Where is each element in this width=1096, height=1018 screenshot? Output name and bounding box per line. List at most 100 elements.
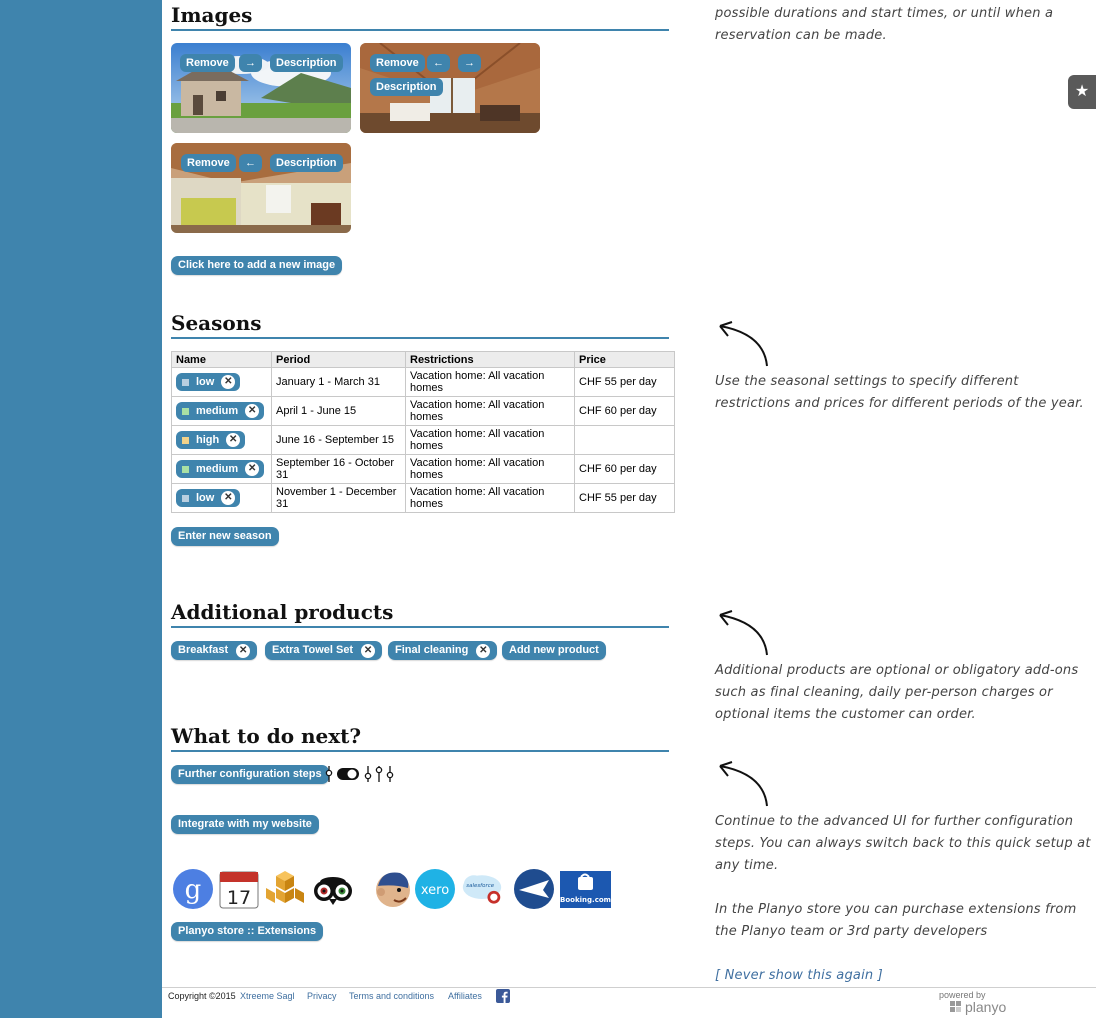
calendar-day: 17 [227, 887, 251, 909]
season-name: high [196, 434, 220, 446]
season-name: medium [196, 463, 239, 475]
description-button[interactable]: Description [270, 154, 343, 172]
restrictions-cell: Vacation home: All vacation homes [405, 396, 575, 426]
footer-company-link[interactable]: Xtreeme Sagl [240, 990, 295, 1002]
description-button[interactable]: Description [270, 54, 343, 72]
seasons-table: Name Period Restrictions Price low ✕ Jan… [171, 351, 675, 513]
product-breakfast-button[interactable]: Breakfast ✕ [171, 641, 258, 660]
table-row: medium ✕ September 16 - October 31 Vacat… [171, 454, 675, 484]
seasons-heading: Seasons [171, 310, 669, 339]
planyo-store-button[interactable]: Planyo store :: Extensions [171, 922, 324, 941]
tripadvisor-icon[interactable] [312, 868, 354, 910]
restrictions-cell: Vacation home: All vacation homes [405, 483, 575, 513]
planyo-brand[interactable]: planyo [965, 999, 1006, 1015]
season-pill[interactable]: low ✕ [176, 489, 241, 507]
favorites-star-icon[interactable]: ★ [1068, 75, 1096, 109]
add-image-button[interactable]: Click here to add a new image [171, 256, 343, 275]
move-right-button[interactable]: → [239, 54, 262, 72]
image-tile-2: Remove ← → Description [360, 43, 540, 133]
enter-season-button[interactable]: Enter new season [171, 527, 279, 546]
delete-season-icon[interactable]: ✕ [245, 404, 260, 418]
move-left-button[interactable]: ← [239, 154, 262, 172]
period-cell: June 16 - September 15 [271, 425, 406, 455]
footer-terms-link[interactable]: Terms and conditions [349, 990, 434, 1002]
column-header: Price [574, 351, 675, 368]
column-header: Name [171, 351, 272, 368]
delete-season-icon[interactable]: ✕ [221, 491, 236, 505]
aws-icon[interactable] [264, 868, 306, 910]
product-label: Extra Towel Set [272, 644, 354, 656]
image-tile-1: Remove → Description [171, 43, 351, 133]
season-pill[interactable]: medium ✕ [176, 402, 265, 420]
product-label: Breakfast [178, 644, 229, 656]
sliders-icon[interactable] [324, 764, 396, 784]
remove-product-icon[interactable]: ✕ [361, 643, 376, 658]
table-row: low ✕ November 1 - December 31 Vacation … [171, 483, 675, 513]
remove-product-icon[interactable]: ✕ [236, 643, 251, 658]
xero-icon[interactable]: xero [414, 868, 456, 910]
move-right-button[interactable]: → [458, 54, 481, 72]
booking-label: Booking.com [560, 896, 611, 904]
price-cell: CHF 60 per day [574, 396, 675, 426]
never-show-again-link[interactable]: [ Never show this again ] [715, 965, 883, 987]
description-button[interactable]: Description [370, 78, 443, 96]
price-cell: CHF 55 per day [574, 483, 675, 513]
season-name: low [196, 376, 215, 388]
remove-image-button[interactable]: Remove [180, 54, 235, 72]
restrictions-cell: Vacation home: All vacation homes [405, 425, 575, 455]
table-row: medium ✕ April 1 - June 15 Vacation home… [171, 396, 675, 426]
booking-icon[interactable]: Booking.com [560, 868, 611, 910]
mailchimp-icon[interactable] [372, 868, 414, 910]
calendar-icon[interactable]: 17 [218, 868, 260, 910]
add-product-button[interactable]: Add new product [502, 641, 606, 660]
footer-affiliates-link[interactable]: Affiliates [448, 990, 482, 1002]
table-row: high ✕ June 16 - September 15 Vacation h… [171, 425, 675, 455]
product-final-cleaning-button[interactable]: Final cleaning ✕ [388, 641, 498, 660]
further-configuration-button[interactable]: Further configuration steps [171, 765, 329, 784]
price-cell: CHF 60 per day [574, 454, 675, 484]
table-row: low ✕ January 1 - March 31 Vacation home… [171, 367, 675, 397]
integrate-website-button[interactable]: Integrate with my website [171, 815, 319, 834]
footer-copyright: Copyright ©2015 [168, 991, 236, 1001]
restrictions-cell: Vacation home: All vacation homes [405, 367, 575, 397]
price-cell: CHF 55 per day [574, 367, 675, 397]
season-pill[interactable]: high ✕ [176, 431, 246, 449]
curved-arrow-icon [719, 321, 768, 367]
remove-image-button[interactable]: Remove [370, 54, 425, 72]
google-icon[interactable]: g [172, 868, 214, 910]
curved-arrow-icon [719, 761, 768, 807]
season-name-cell: medium ✕ [171, 454, 272, 484]
season-pill[interactable]: medium ✕ [176, 460, 265, 478]
remove-image-button[interactable]: Remove [181, 154, 236, 172]
season-name-cell: medium ✕ [171, 396, 272, 426]
delete-season-icon[interactable]: ✕ [245, 462, 260, 476]
column-header: Period [271, 351, 406, 368]
hint-next-store: In the Planyo store you can purchase ext… [715, 902, 1077, 939]
season-color-swatch [182, 494, 189, 502]
salesforce-label: salesforce [466, 883, 494, 889]
season-pill[interactable]: low ✕ [176, 373, 241, 391]
season-name-cell: high ✕ [171, 425, 272, 455]
move-left-button[interactable]: ← [427, 54, 450, 72]
product-towel-set-button[interactable]: Extra Towel Set ✕ [265, 641, 383, 660]
left-sidebar [0, 0, 162, 1018]
restrictions-cell: Vacation home: All vacation homes [405, 454, 575, 484]
expedia-icon[interactable] [513, 868, 555, 910]
hint-seasons: Use the seasonal settings to specify dif… [715, 374, 1084, 411]
footer-privacy-link[interactable]: Privacy [307, 990, 337, 1002]
period-cell: November 1 - December 31 [271, 483, 406, 513]
xero-label: xero [421, 883, 449, 898]
delete-season-icon[interactable]: ✕ [221, 375, 236, 389]
remove-product-icon[interactable]: ✕ [476, 643, 491, 658]
hint-next-advanced: Continue to the advanced UI for further … [715, 814, 1091, 873]
facebook-icon[interactable] [496, 989, 510, 1003]
season-name-cell: low ✕ [171, 367, 272, 397]
hint-products: Additional products are optional or obli… [715, 663, 1079, 722]
season-name: medium [196, 405, 239, 417]
products-heading: Additional products [171, 599, 669, 628]
hint-top: possible durations and start times, or u… [715, 6, 1054, 43]
salesforce-icon[interactable]: salesforce [461, 868, 503, 910]
product-label: Final cleaning [395, 644, 469, 656]
delete-season-icon[interactable]: ✕ [226, 433, 241, 447]
footer-divider [162, 987, 1096, 988]
